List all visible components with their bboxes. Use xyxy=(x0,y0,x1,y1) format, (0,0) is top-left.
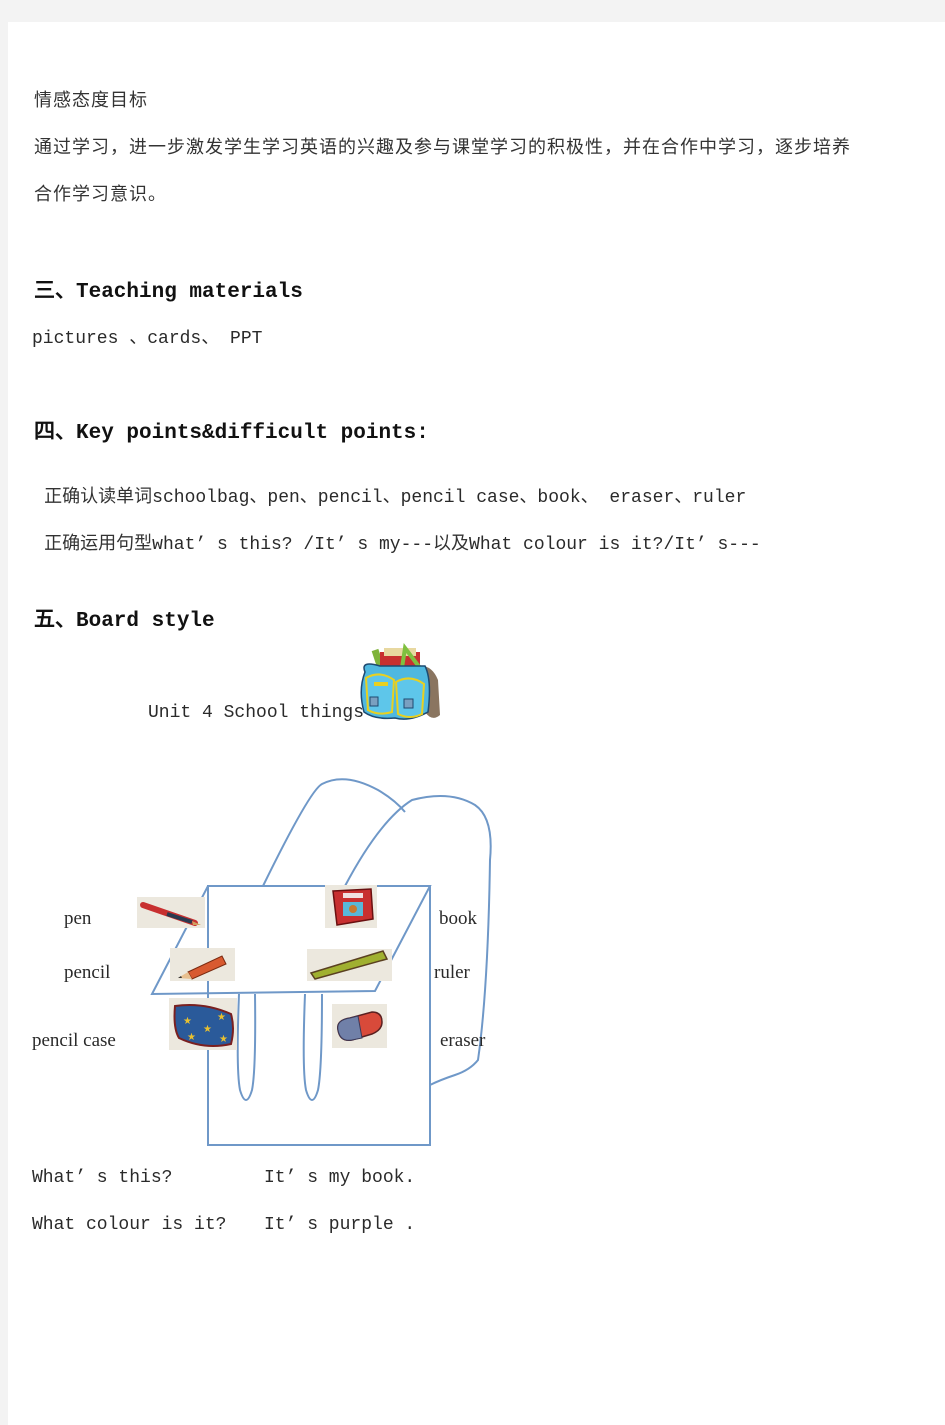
dialogue-answer-2: It’ s purple . xyxy=(264,1215,416,1235)
dialogue-answer-1: It’ s my book. xyxy=(264,1168,416,1188)
dialogue-question-2: What colour is it? xyxy=(32,1215,227,1235)
label-pencil-case: pencil case xyxy=(32,1030,116,1051)
book-image xyxy=(325,885,377,928)
label-pen: pen xyxy=(64,908,92,929)
pen-icon xyxy=(140,902,201,926)
pencil-icon xyxy=(178,955,227,980)
bag-handle-left xyxy=(262,778,406,887)
bag-strap-right xyxy=(302,993,323,1101)
pencil-image xyxy=(170,948,235,981)
pen-image xyxy=(137,897,205,928)
svg-text:★: ★ xyxy=(217,1012,226,1023)
pencil-case-image: ★ ★ ★ ★ ★ xyxy=(169,998,237,1050)
bag-strap-left xyxy=(236,993,257,1101)
pencil-case-icon: ★ ★ ★ ★ ★ xyxy=(173,1004,234,1047)
schoolbag-icon xyxy=(360,642,440,720)
book-icon xyxy=(332,888,374,926)
board-diagram xyxy=(150,642,492,1146)
eraser-icon xyxy=(337,1011,383,1042)
ruler-icon xyxy=(309,950,389,980)
svg-text:★: ★ xyxy=(183,1016,192,1027)
svg-text:★: ★ xyxy=(219,1034,228,1045)
eraser-image xyxy=(332,1004,387,1048)
ruler-image xyxy=(307,949,392,981)
label-pencil: pencil xyxy=(64,962,111,983)
label-ruler: ruler xyxy=(434,962,470,983)
svg-text:★: ★ xyxy=(203,1024,212,1035)
bag-body xyxy=(207,885,431,1146)
dialogue-question-1: What’ s this? xyxy=(32,1168,173,1188)
svg-text:★: ★ xyxy=(187,1032,196,1043)
label-eraser: eraser xyxy=(440,1030,486,1051)
label-book: book xyxy=(439,908,477,929)
